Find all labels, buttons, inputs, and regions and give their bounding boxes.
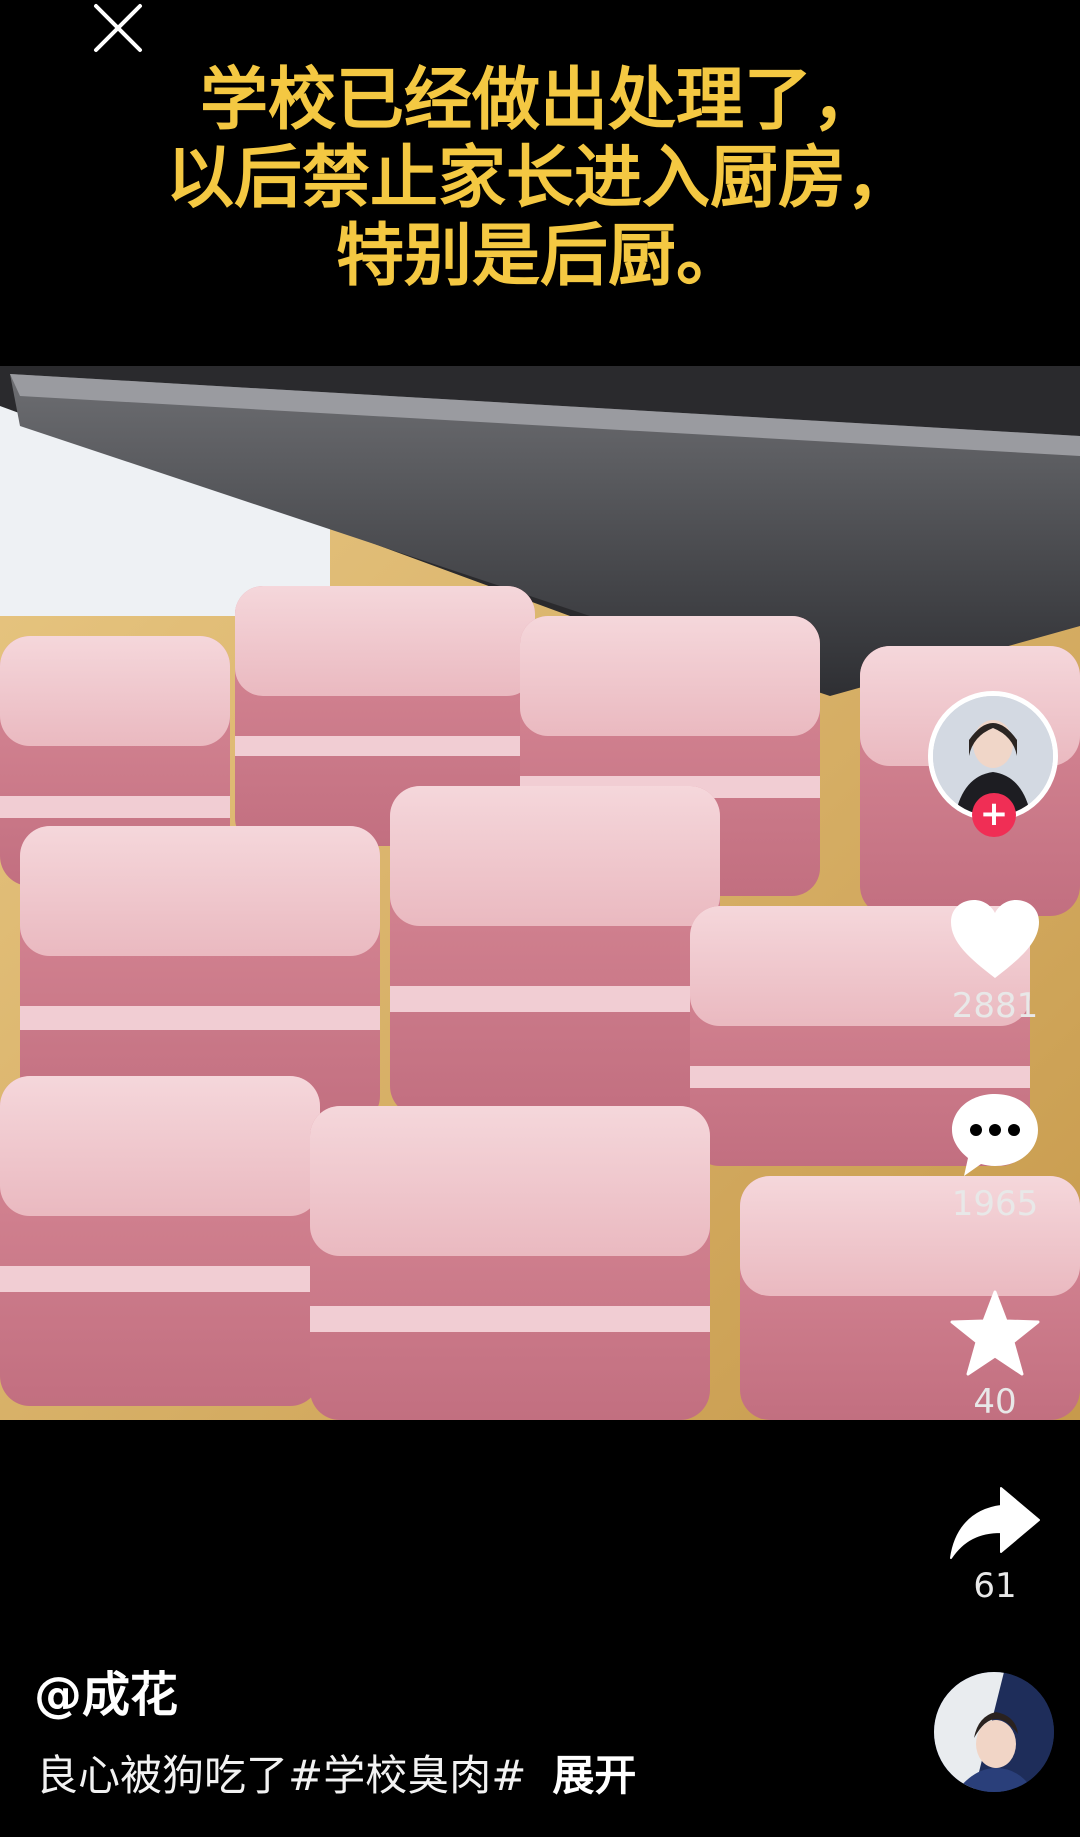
creator-avatar-button[interactable]: + [928, 691, 1058, 837]
star-icon [950, 1290, 1040, 1376]
plus-icon: + [979, 794, 1009, 834]
comment-count: 1965 [951, 1184, 1039, 1224]
pork-belly-image [0, 366, 1080, 1420]
post-description: 良心被狗吃了#学校臭肉# 展开 [36, 1742, 636, 1803]
favorite-button[interactable]: 40 [940, 1290, 1050, 1422]
music-disc-icon [934, 1672, 1054, 1792]
pork-piece [390, 786, 720, 1116]
pork-piece [310, 1106, 710, 1420]
heart-icon [951, 900, 1039, 978]
caption-line-1: 学校已经做出处理了， [199, 61, 880, 140]
video-caption: 学校已经做出处理了， 以后禁止家长进入厨房， 特别是后厨。 [0, 62, 1080, 296]
close-button[interactable] [88, 0, 148, 60]
like-button[interactable]: 2881 [940, 898, 1050, 1026]
comment-bubble-icon [952, 1094, 1038, 1176]
music-disc-button[interactable] [934, 1672, 1054, 1792]
pork-piece [0, 1076, 320, 1406]
video-frame[interactable] [0, 366, 1080, 1420]
description-text: 良心被狗吃了#学校臭肉# [36, 1751, 527, 1800]
author-name[interactable]: @成花 [34, 1655, 178, 1725]
comment-button[interactable]: 1965 [940, 1092, 1050, 1224]
caption-line-3: 特别是后厨。 [335, 217, 744, 296]
share-count: 61 [973, 1566, 1017, 1606]
expand-button[interactable]: 展开 [552, 1751, 636, 1800]
like-count: 2881 [951, 986, 1039, 1026]
share-button[interactable]: 61 [940, 1486, 1050, 1606]
share-arrow-icon [950, 1487, 1040, 1559]
caption-line-2: 以后禁止家长进入厨房， [165, 139, 914, 218]
favorite-count: 40 [973, 1382, 1017, 1422]
follow-button[interactable]: + [972, 793, 1016, 837]
close-icon [94, 4, 142, 52]
